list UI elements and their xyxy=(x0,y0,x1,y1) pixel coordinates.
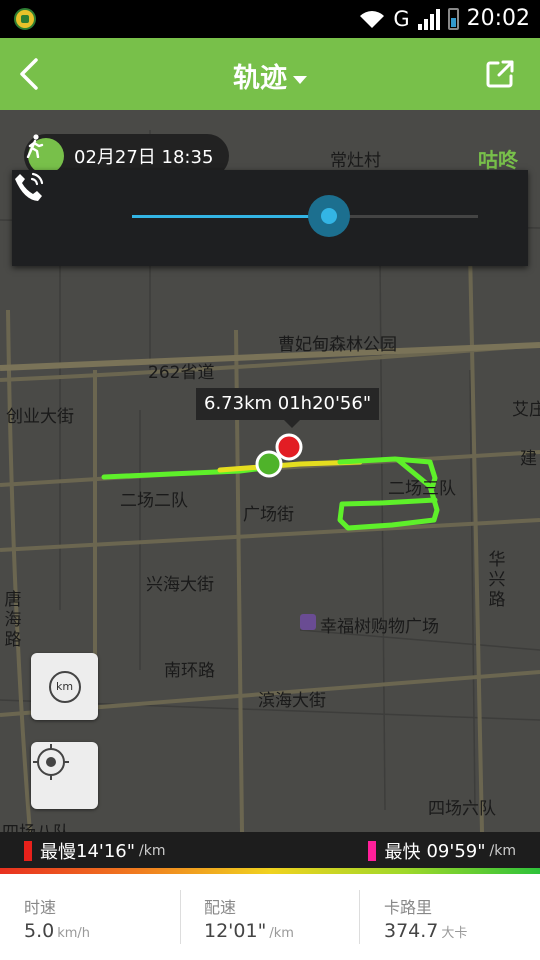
stats-panel: 时速 5.0 km/h 配速 12'01"/km 卡路里 374.7 大卡 xyxy=(0,874,540,960)
fastest-color-swatch xyxy=(368,841,377,861)
activity-datetime: 02月27日 18:35 xyxy=(74,147,214,168)
map-label: 二场二队 xyxy=(120,491,188,511)
start-marker xyxy=(255,450,283,478)
slowest-pace: 最慢 14'16" /km xyxy=(24,838,166,864)
volume-slider-thumb[interactable] xyxy=(308,195,351,237)
pace-value: 12'01" xyxy=(204,920,267,942)
wifi-icon xyxy=(360,10,385,28)
shopping-icon xyxy=(300,614,316,630)
crosshair-icon xyxy=(33,744,69,780)
pace-legend: 最慢 14'16" /km 最快 09'59" /km xyxy=(0,832,540,868)
pace-label: 配速 xyxy=(204,898,237,917)
map-label: 艾庄 xyxy=(512,400,540,420)
volume-slider-fill xyxy=(132,215,330,218)
locate-button[interactable] xyxy=(31,742,98,809)
share-icon[interactable] xyxy=(484,58,516,90)
slowest-value: 14'16" xyxy=(76,840,136,862)
map-label: 兴海大街 xyxy=(146,575,214,595)
clock: 20:02 xyxy=(466,6,530,31)
map-label: 唐海路 xyxy=(4,590,22,650)
map-label: 四场八队 xyxy=(2,818,70,832)
app-bar: 轨迹 xyxy=(0,38,540,110)
map-label: 滨海大街 xyxy=(258,691,326,711)
signal-icon xyxy=(417,8,440,30)
map-label: 广场街 xyxy=(243,505,294,525)
volume-panel xyxy=(12,170,528,266)
calories-unit: 大卡 xyxy=(441,926,468,941)
calories-label: 卡路里 xyxy=(384,898,433,917)
brand-label: 咕咚 xyxy=(478,148,518,172)
map-view[interactable]: 常灶村 曹妃甸森林公园 262省道 创业大街 艾庄 建 二场二队 广场街 二场三… xyxy=(0,110,540,832)
title-dropdown[interactable]: 轨迹 xyxy=(0,56,540,95)
slowest-label: 最慢 xyxy=(40,842,76,863)
chevron-down-icon xyxy=(293,75,307,84)
slowest-unit: /km xyxy=(139,843,166,859)
map-label: 创业大街 xyxy=(6,407,74,427)
fastest-value: 09'59" xyxy=(426,840,486,862)
speed-value: 5.0 xyxy=(24,920,55,942)
slowest-color-swatch xyxy=(24,841,32,861)
map-label: 常灶村 xyxy=(330,151,381,171)
page-title: 轨迹 xyxy=(233,63,287,94)
speed-label: 时速 xyxy=(24,898,57,917)
map-label: 建 xyxy=(520,449,537,469)
fastest-pace: 最快 09'59" /km xyxy=(368,838,516,864)
battery-icon xyxy=(447,7,459,30)
map-label: 华兴路 xyxy=(488,550,506,610)
map-label: 幸福树购物广场 xyxy=(320,617,439,637)
map-label: 曹妃甸森林公园 xyxy=(278,335,397,355)
map-label: 262省道 xyxy=(148,363,215,383)
fastest-unit: /km xyxy=(489,843,516,859)
volume-slider[interactable] xyxy=(132,195,478,237)
calories-value: 374.7 xyxy=(384,920,439,942)
fastest-label: 最快 xyxy=(384,842,421,863)
walking-icon xyxy=(26,134,64,174)
divider xyxy=(359,890,360,944)
track-summary-tooltip: 6.73km 01h20'56" xyxy=(196,388,380,428)
end-marker xyxy=(275,433,303,461)
network-type-label: G xyxy=(393,6,410,31)
map-label: 南环路 xyxy=(164,661,215,681)
app-notification-icon xyxy=(14,8,36,30)
phone-call-icon xyxy=(15,172,44,201)
pace-unit: /km xyxy=(269,926,294,941)
map-label: 四场六队 xyxy=(428,799,496,819)
speed-unit: km/h xyxy=(57,926,91,941)
distance-markers-button[interactable]: km xyxy=(31,653,98,720)
map-label: 二场三队 xyxy=(388,479,456,499)
status-bar: G 20:02 xyxy=(0,0,540,38)
divider xyxy=(180,890,181,944)
km-icon: km xyxy=(48,670,81,703)
